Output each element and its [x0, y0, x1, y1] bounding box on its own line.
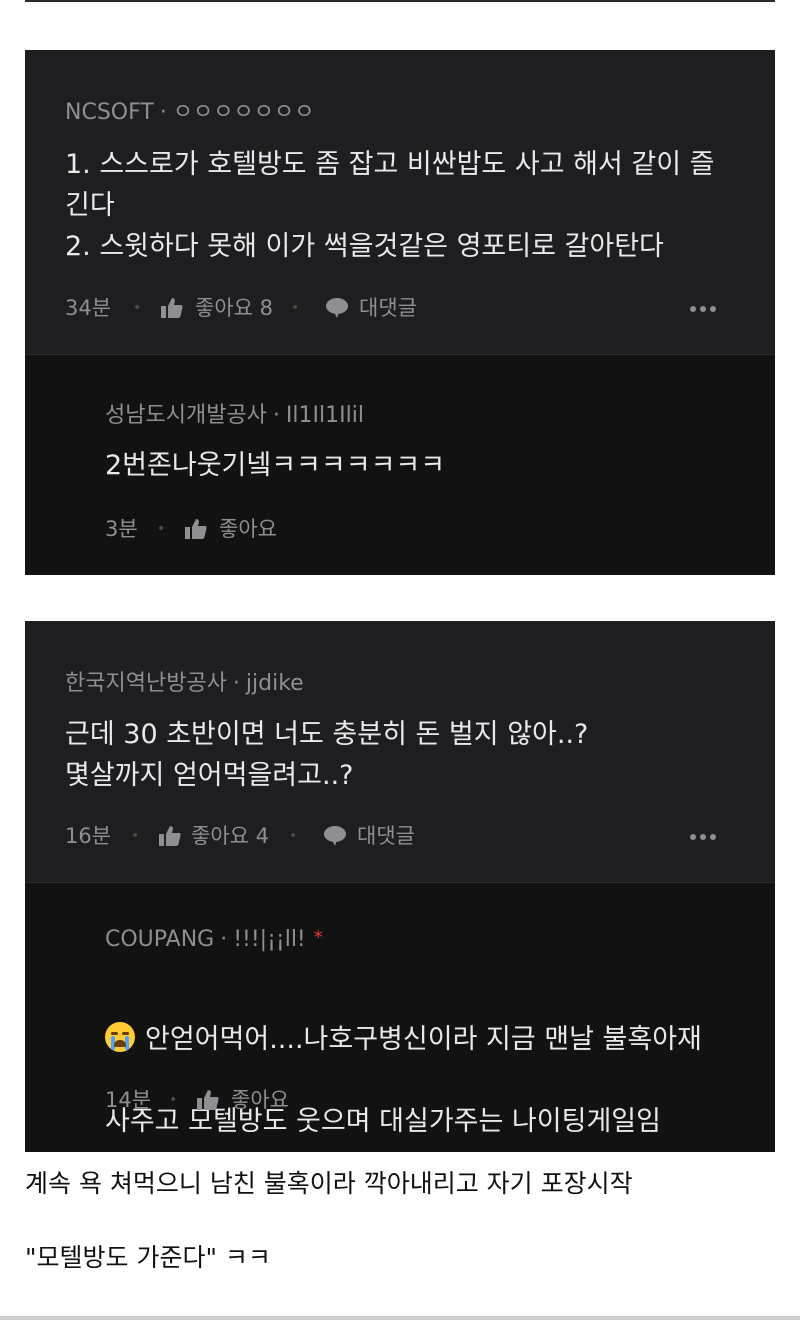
username[interactable]: ㅇㅇㅇㅇㅇㅇㅇ	[173, 100, 315, 125]
reply-actions: 14분 • 좋아요	[105, 1085, 745, 1115]
reply-actions: 3분 • 좋아요	[105, 514, 745, 544]
crying-face-emoji-icon	[105, 1022, 135, 1052]
timestamp: 16분	[65, 824, 112, 848]
like-button[interactable]: 좋아요	[231, 1085, 289, 1115]
comment-actions: 16분 • 좋아요 4 • 대댓글	[65, 821, 745, 851]
thumbs-up-icon[interactable]	[197, 1085, 219, 1110]
reply-text: 2번존나웃기넼ㅋㅋㅋㅋㅋㅋㅋ	[105, 450, 446, 481]
speech-bubble-icon[interactable]	[323, 821, 347, 846]
comment-text: 근데 30 초반이면 너도 충분히 돈 벌지 않아..? 몇살까지 얻어먹을려고…	[65, 719, 589, 791]
reply-text: 안얻어먹어....나호구병신이라 지금 맨날 불혹아재 사주고 모텔방도 웃으며…	[105, 1022, 702, 1137]
comment-card: NCSOFT · ㅇㅇㅇㅇㅇㅇㅇ 1. 스스로가 호텔방도 좀 잡고 비싼밥도 사고…	[25, 50, 775, 575]
reply-button[interactable]: 대댓글	[357, 821, 415, 851]
reply: COUPANG · !!!|¡¡ll! * 안얻어먹어....나호구병신이라 지금 맨…	[25, 883, 775, 1152]
username[interactable]: Il1Il1Ilil	[286, 403, 364, 428]
more-options-icon[interactable]	[690, 821, 720, 851]
reply-meta: 성남도시개발공사 · Il1Il1Ilil	[105, 403, 364, 428]
timestamp: 14분	[105, 1088, 152, 1112]
reply: 성남도시개발공사 · Il1Il1Ilil 2번존나웃기넼ㅋㅋㅋㅋㅋㅋㅋ 3분 • …	[25, 355, 775, 575]
comment: 한국지역난방공사 · jjdike 근데 30 초반이면 너도 충분히 돈 벌지 않…	[25, 621, 775, 882]
username[interactable]: !!!|¡¡ll!	[233, 927, 306, 952]
comment-card: 한국지역난방공사 · jjdike 근데 30 초반이면 너도 충분히 돈 벌지 않…	[25, 621, 775, 1152]
company-name[interactable]: NCSOFT	[65, 100, 154, 125]
thumbs-up-icon[interactable]	[161, 293, 183, 318]
author-marker: *	[313, 927, 323, 948]
more-options-icon[interactable]	[690, 293, 720, 323]
company-name[interactable]: 성남도시개발공사	[105, 403, 267, 428]
timestamp: 3분	[105, 517, 138, 541]
speech-bubble-icon[interactable]	[325, 293, 349, 318]
thumbs-up-icon[interactable]	[185, 514, 207, 539]
top-rule	[25, 0, 775, 2]
comment-text: 1. 스스로가 호텔방도 좀 잡고 비싼밥도 사고 해서 같이 즐 긴다 2. …	[65, 149, 715, 262]
reply-meta: COUPANG · !!!|¡¡ll! *	[105, 927, 323, 952]
comment-meta: 한국지역난방공사 · jjdike	[65, 671, 304, 696]
like-button[interactable]: 좋아요	[219, 514, 277, 544]
company-name[interactable]: 한국지역난방공사	[65, 671, 227, 696]
reply-button[interactable]: 대댓글	[359, 293, 417, 323]
thumbs-up-icon[interactable]	[159, 821, 181, 846]
like-button[interactable]: 좋아요 8	[195, 293, 273, 323]
company-name[interactable]: COUPANG	[105, 927, 214, 952]
username[interactable]: jjdike	[246, 671, 304, 696]
caption-line-1: 계속 욕 쳐먹으니 남친 불혹이라 깍아내리고 자기 포장시작	[25, 1169, 633, 1198]
timestamp: 34분	[65, 296, 112, 320]
caption-line-2: "모텔방도 가준다" ㅋㅋ	[25, 1243, 271, 1272]
comment: NCSOFT · ㅇㅇㅇㅇㅇㅇㅇ 1. 스스로가 호텔방도 좀 잡고 비싼밥도 사고…	[25, 50, 775, 354]
comment-actions: 34분 • 좋아요 8 • 대댓글	[65, 293, 745, 323]
comment-meta: NCSOFT · ㅇㅇㅇㅇㅇㅇㅇ	[65, 100, 315, 125]
like-button[interactable]: 좋아요 4	[191, 821, 269, 851]
bottom-rule	[0, 1316, 800, 1320]
